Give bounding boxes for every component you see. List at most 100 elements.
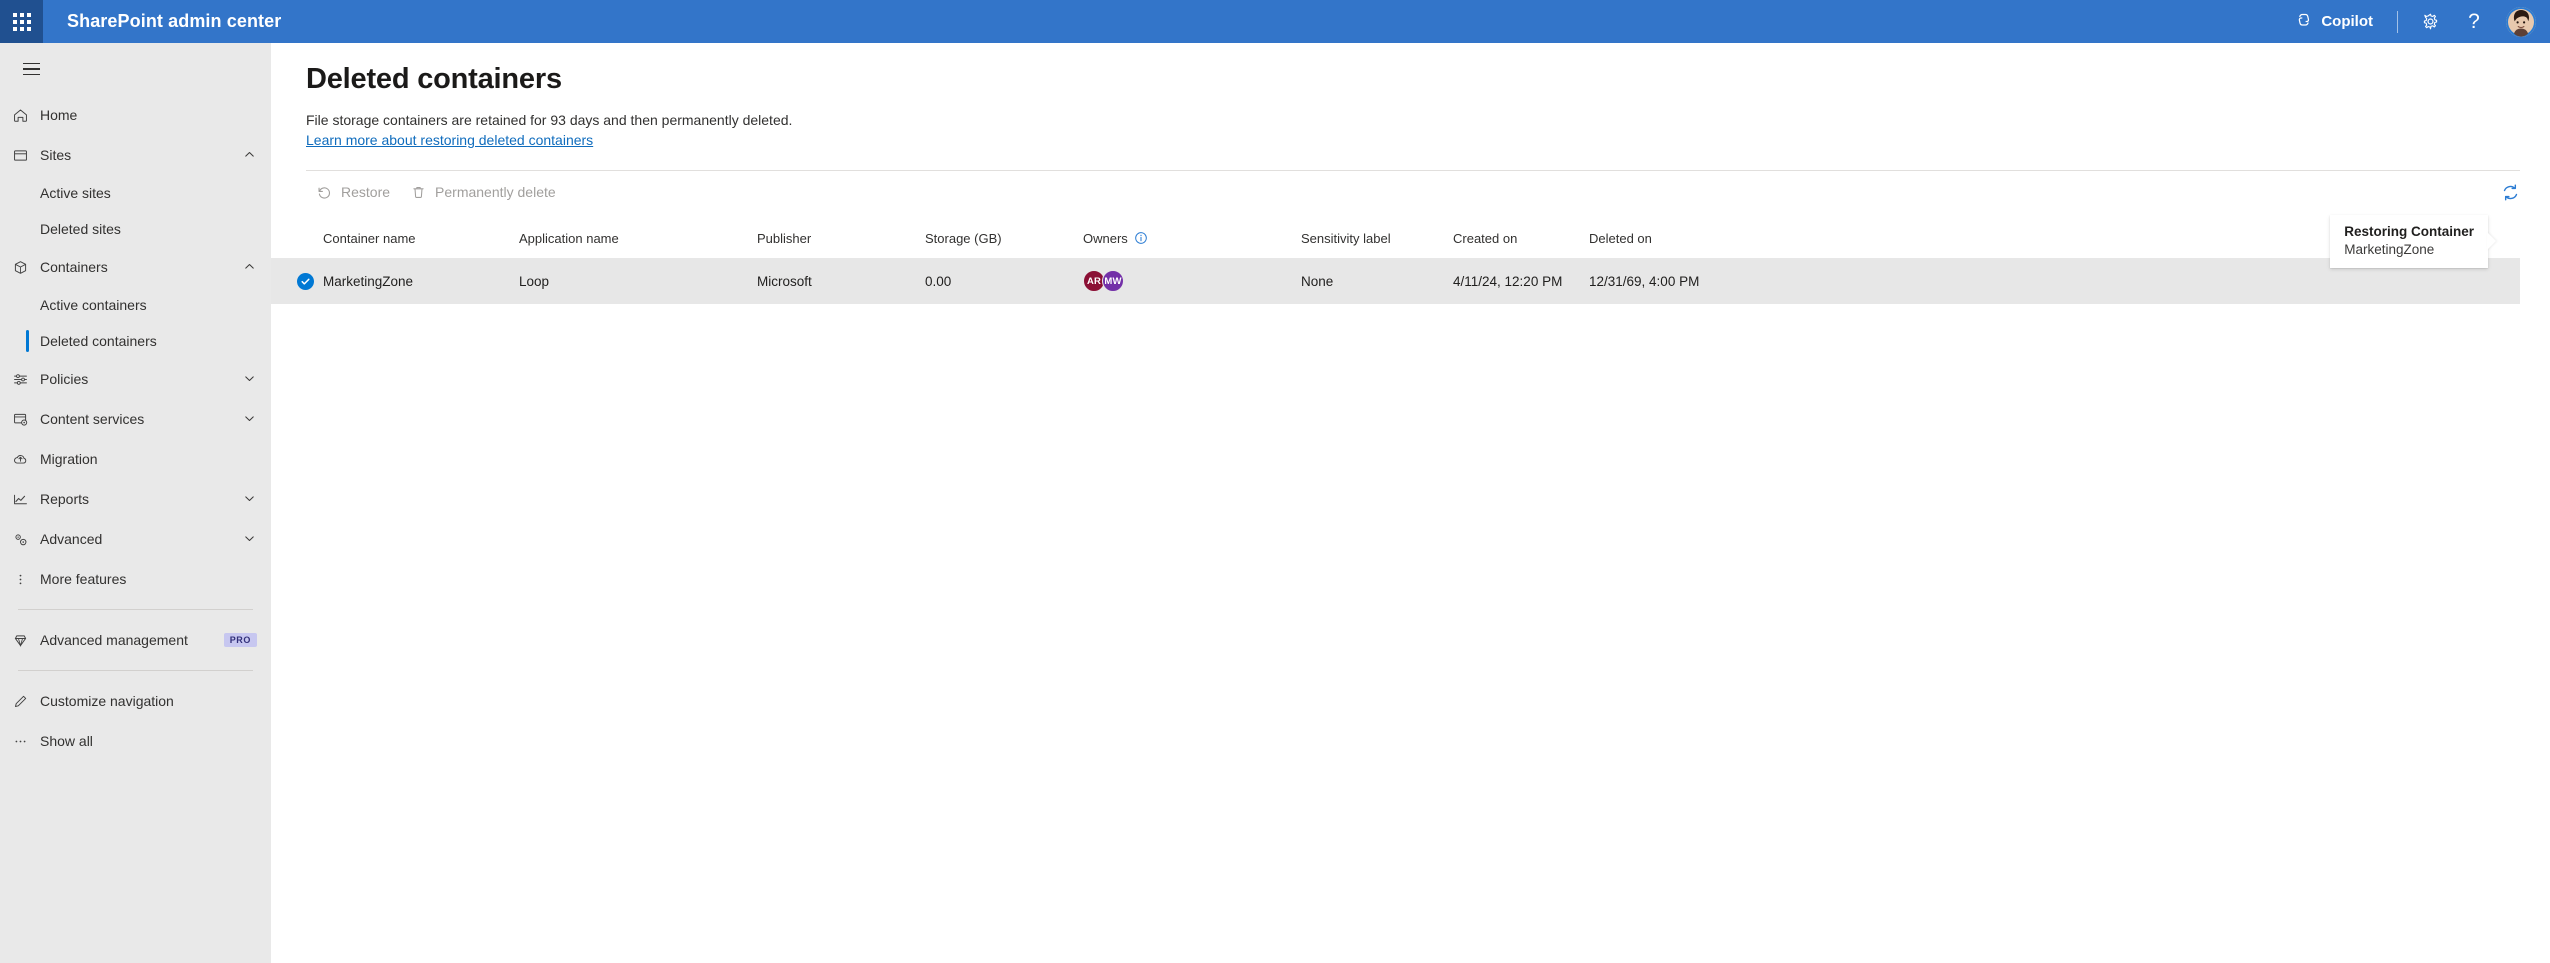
chevron-down-icon[interactable]: [243, 412, 257, 426]
help-glyph: ?: [2468, 10, 2480, 33]
pencil-edit-icon: [12, 693, 40, 710]
command-bar-actions: Restore Permanently delete: [306, 171, 566, 213]
column-header-deleted-on[interactable]: Deleted on: [1589, 231, 1789, 246]
sidebar-divider-top: [18, 609, 253, 610]
column-header-created-on[interactable]: Created on: [1453, 231, 1589, 246]
pro-badge: PRO: [223, 633, 257, 647]
sidebar-nav: Home Sites Active sites Deleted sites Co…: [0, 95, 271, 761]
content-services-icon: [12, 411, 40, 428]
sidebar-item-label: Customize navigation: [40, 693, 174, 709]
sidebar-item-label: Home: [40, 107, 78, 123]
sidebar-item-active-sites[interactable]: Active sites: [0, 175, 271, 211]
copilot-icon: [2295, 11, 2313, 33]
sidebar-item-sites[interactable]: Sites: [0, 135, 271, 175]
permanently-delete-button[interactable]: Permanently delete: [400, 174, 566, 210]
permanently-delete-label: Permanently delete: [435, 184, 556, 200]
chevron-down-icon[interactable]: [243, 532, 257, 546]
refresh-sync-icon[interactable]: [2492, 174, 2528, 210]
cell-publisher: Microsoft: [757, 273, 812, 289]
cell-container-name: MarketingZone: [323, 273, 414, 289]
sidebar-item-migration[interactable]: Migration: [0, 439, 271, 479]
copilot-button[interactable]: Copilot: [2281, 0, 2387, 43]
sidebar-item-deleted-containers[interactable]: Deleted containers: [0, 323, 271, 359]
reports-chart-icon: [12, 491, 40, 508]
sidebar-item-label: Content services: [40, 411, 145, 427]
sidebar-subitem-label: Active sites: [40, 185, 111, 201]
ellipsis-icon: [12, 733, 40, 750]
column-header-storage[interactable]: Storage (GB): [925, 231, 1083, 246]
copilot-label: Copilot: [2321, 13, 2373, 30]
help-question-icon[interactable]: ?: [2452, 0, 2496, 43]
more-features-dots-icon: [12, 571, 40, 588]
header-divider: [2397, 10, 2398, 33]
header-actions: Copilot ?: [2281, 0, 2550, 43]
learn-more-link[interactable]: Learn more about restoring deleted conta…: [306, 132, 593, 148]
gear-icon[interactable]: [2408, 0, 2452, 43]
cell-application-name: Loop: [519, 273, 550, 289]
policies-sliders-icon: [12, 371, 40, 388]
restore-undo-icon: [316, 184, 333, 201]
sidebar-item-label: Migration: [40, 451, 98, 467]
containers-table: Container name Application name Publishe…: [271, 218, 2520, 304]
sidebar-item-active-containers[interactable]: Active containers: [0, 287, 271, 323]
row-checkbox[interactable]: [287, 272, 323, 290]
sidebar-item-customize-navigation[interactable]: Customize navigation: [0, 681, 271, 721]
chevron-down-icon[interactable]: [243, 372, 257, 386]
chevron-down-icon[interactable]: [243, 492, 257, 506]
suite-header: SharePoint admin center Copilot ?: [0, 0, 2550, 43]
sidebar-item-content-services[interactable]: Content services: [0, 399, 271, 439]
column-header-publisher[interactable]: Publisher: [757, 231, 925, 246]
sidebar-item-label: Advanced: [40, 531, 103, 547]
sidebar: Home Sites Active sites Deleted sites Co…: [0, 43, 271, 963]
sidebar-item-advanced-management[interactable]: Advanced management PRO: [0, 620, 271, 660]
advanced-gears-icon: [12, 531, 40, 548]
checkbox-checked-icon: [296, 272, 314, 290]
sidebar-item-more-features[interactable]: More features: [0, 559, 271, 599]
column-header-owners[interactable]: Owners: [1083, 231, 1301, 246]
chevron-up-icon[interactable]: [243, 148, 257, 162]
column-header-container-name[interactable]: Container name: [323, 231, 519, 246]
hamburger-menu-icon[interactable]: [6, 49, 56, 89]
callout-title: Restoring Container: [2344, 224, 2474, 239]
table-header-row: Container name Application name Publishe…: [271, 218, 2520, 258]
restore-button[interactable]: Restore: [306, 174, 400, 210]
sidebar-item-policies[interactable]: Policies: [0, 359, 271, 399]
sidebar-item-label: Policies: [40, 371, 89, 387]
callout-subtitle: MarketingZone: [2344, 242, 2435, 257]
sidebar-divider-bottom: [18, 670, 253, 671]
suite-title[interactable]: SharePoint admin center: [67, 11, 281, 32]
sidebar-item-reports[interactable]: Reports: [0, 479, 271, 519]
column-header-owners-label: Owners: [1083, 230, 1128, 246]
sidebar-item-label: More features: [40, 571, 127, 587]
user-avatar[interactable]: [2506, 6, 2536, 37]
sidebar-item-deleted-sites[interactable]: Deleted sites: [0, 211, 271, 247]
page-title: Deleted containers: [306, 63, 562, 95]
sidebar-subitem-label: Deleted containers: [40, 333, 157, 349]
page-description: File storage containers are retained for…: [306, 112, 793, 128]
owner-avatar[interactable]: MW: [1102, 270, 1124, 292]
chevron-up-icon[interactable]: [243, 260, 257, 274]
home-icon: [12, 107, 40, 124]
main-content: Deleted containers File storage containe…: [271, 43, 2550, 963]
sidebar-item-containers[interactable]: Containers: [0, 247, 271, 287]
containers-box-icon: [12, 259, 40, 276]
cell-created-on: 4/11/24, 12:20 PM: [1453, 273, 1563, 289]
table-row[interactable]: MarketingZone Loop Microsoft 0.00 AR MW …: [271, 258, 2520, 304]
command-bar: Restore Permanently delete: [271, 170, 2550, 214]
cell-storage: 0.00: [925, 273, 952, 289]
command-bar-divider: [306, 170, 2520, 171]
column-header-sensitivity-label[interactable]: Sensitivity label: [1301, 231, 1453, 246]
sidebar-subitem-label: Deleted sites: [40, 221, 121, 237]
migration-cloud-icon: [12, 451, 40, 468]
diamond-icon: [12, 632, 40, 649]
sidebar-item-show-all[interactable]: Show all: [0, 721, 271, 761]
waffle-grid: [12, 12, 31, 31]
info-circle-icon[interactable]: [1134, 231, 1148, 245]
column-header-application-name[interactable]: Application name: [519, 231, 757, 246]
sidebar-item-advanced[interactable]: Advanced: [0, 519, 271, 559]
sidebar-subitem-label: Active containers: [40, 297, 147, 313]
sidebar-item-label: Containers: [40, 259, 108, 275]
sidebar-item-home[interactable]: Home: [0, 95, 271, 135]
cell-owners: AR MW: [1083, 270, 1301, 292]
app-launcher-waffle-icon[interactable]: [0, 0, 43, 43]
